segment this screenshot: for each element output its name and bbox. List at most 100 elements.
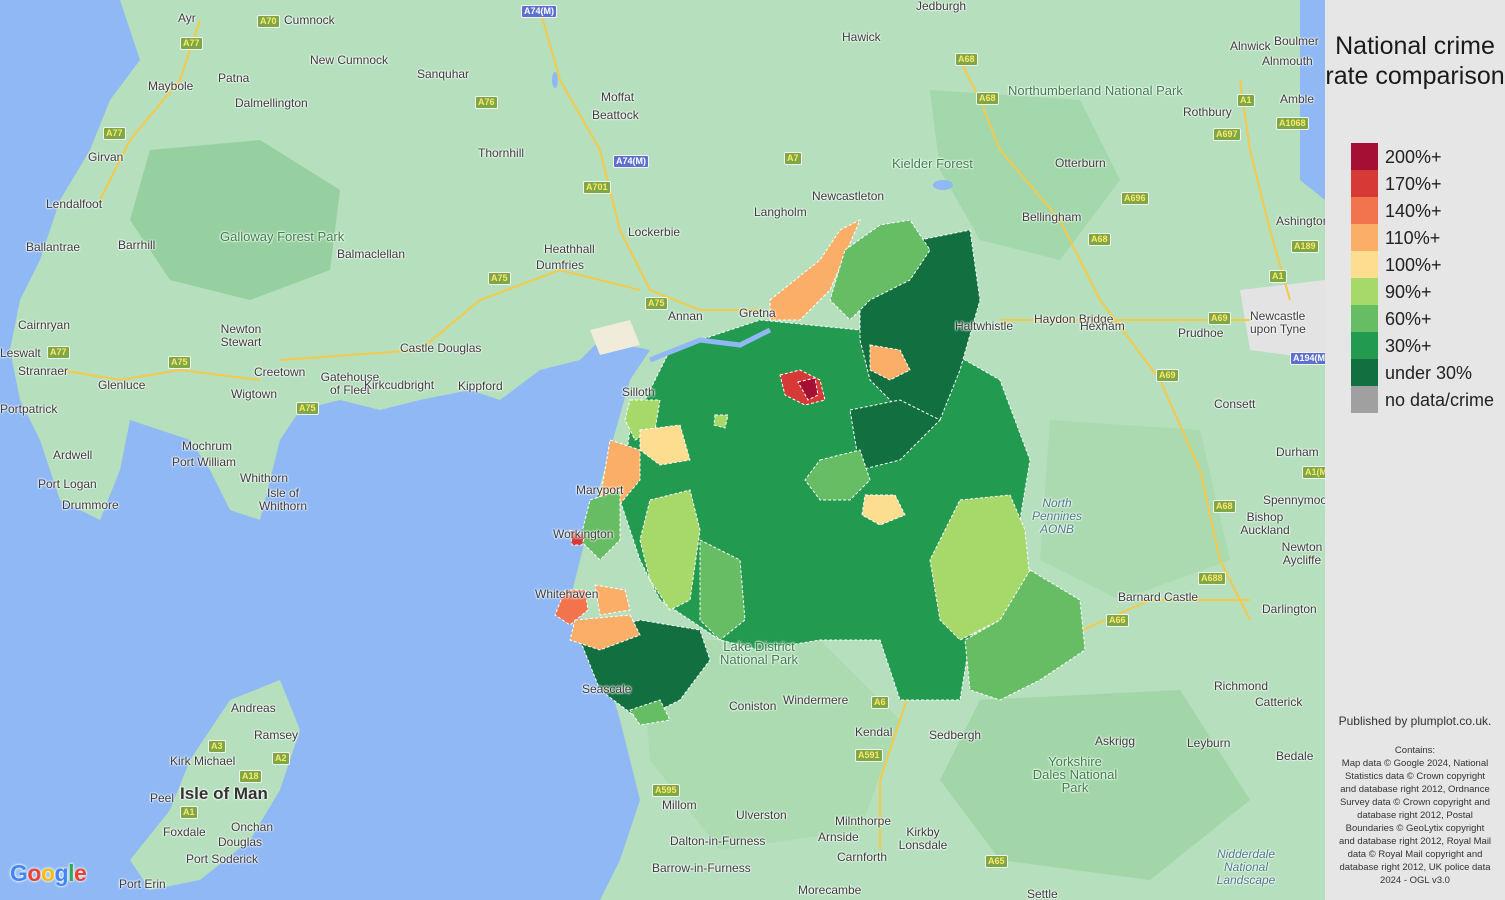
road-shield: A189: [1291, 240, 1319, 253]
road-shield: A70: [257, 15, 280, 28]
place-label: Patna: [218, 71, 250, 85]
place-label: Dalmellington: [235, 96, 308, 110]
road-shield: A74(M): [521, 5, 558, 18]
place-label: Hexham: [1080, 319, 1125, 333]
road-shield: A68: [1088, 233, 1111, 246]
place-label: Mochrum: [182, 439, 233, 453]
road-shield: A194(M): [1290, 352, 1325, 365]
place-label: Kirkcudbright: [364, 378, 435, 392]
place-label: Ayr: [178, 11, 196, 25]
place-label: Ulverston: [736, 808, 787, 822]
place-label: Newton Aycliffe: [1281, 540, 1323, 567]
place-label: Lockerbie: [628, 225, 681, 239]
map[interactable]: Ayr Cumnock Jedburgh Hawick Alnwick Boul…: [0, 0, 1325, 900]
place-label: Barrhill: [118, 238, 156, 252]
place-label: Ballantrae: [26, 240, 81, 254]
place-label: Prudhoe: [1178, 326, 1224, 340]
place-label: Kippford: [458, 379, 503, 393]
legend-swatch: [1351, 224, 1378, 251]
place-label: Newcastle upon Tyne: [1250, 309, 1306, 336]
place-label: Bishop Auckland: [1240, 510, 1290, 537]
place-label: Ashington: [1276, 214, 1325, 228]
place-label: Northumberland National Park: [1008, 83, 1183, 98]
road-shield: A75: [645, 297, 668, 310]
place-label: Portpatrick: [0, 402, 58, 416]
place-label: Silloth: [622, 385, 655, 399]
road-shield: A76: [475, 96, 498, 109]
place-label: Onchan: [231, 820, 274, 834]
place-label: Lendalfoot: [46, 197, 103, 211]
place-label: Leyburn: [1187, 736, 1231, 750]
place-label: Maybole: [148, 79, 194, 93]
road-shield: A77: [103, 127, 126, 140]
place-label: Gretna: [739, 306, 776, 320]
place-label: Haydon Bridge: [1034, 312, 1114, 326]
road-shield: A75: [168, 356, 191, 369]
road-shield: A1068: [1276, 117, 1309, 130]
place-label: Wigtown: [231, 387, 278, 401]
place-label: Dumfries: [536, 258, 585, 272]
place-label: Durham: [1276, 445, 1319, 459]
place-label: Windermere: [783, 693, 849, 707]
place-label: Richmond: [1214, 679, 1269, 693]
legend-swatch: [1351, 251, 1378, 278]
place-label: Whitehaven: [535, 587, 599, 601]
place-label: New Cumnock: [310, 53, 389, 67]
place-label: Otterburn: [1055, 156, 1106, 170]
road-shield: A1: [1269, 270, 1287, 283]
place-label: Millom: [662, 798, 697, 812]
place-label: Newton Stewart: [220, 322, 262, 349]
place-label: Foxdale: [163, 825, 206, 839]
place-label: Spennymoor: [1263, 493, 1325, 507]
legend-label: no data/crime: [1385, 390, 1495, 410]
legend-swatch: [1351, 278, 1378, 305]
road-shield: A7: [784, 152, 802, 165]
place-label: Isle of Man: [180, 784, 268, 803]
place-label: Isle of Whithorn: [258, 486, 308, 513]
place-label: Haltwhistle: [955, 319, 1014, 333]
place-label: Lake District National Park: [719, 639, 799, 667]
road-shield: A3: [208, 740, 226, 753]
road-shield: A701: [583, 181, 611, 194]
attribution: Contains: Map data © Google 2024, Nation…: [1337, 744, 1493, 887]
place-label: Moffat: [601, 90, 635, 104]
place-label: Heathhall: [544, 242, 595, 256]
place-label: Yorkshire Dales National Park: [1032, 754, 1118, 795]
legend-label: 110%+: [1385, 228, 1441, 248]
place-label: North Pennines AONB: [1031, 496, 1083, 536]
road-shield: A75: [488, 272, 511, 285]
place-label: Glenluce: [98, 378, 146, 392]
published-credit: Published by plumplot.co.uk.: [1338, 714, 1492, 728]
legend-label: 60%+: [1385, 309, 1432, 329]
place-label: Kielder Forest: [892, 156, 973, 171]
place-label: Sanquhar: [417, 67, 470, 81]
place-label: Boulmer: [1274, 34, 1319, 48]
place-label: Girvan: [88, 150, 124, 164]
place-label: Port Soderick: [186, 852, 259, 866]
place-label: Seascale: [582, 682, 632, 696]
road-shield: A1: [180, 806, 198, 819]
place-label: Ramsey: [254, 728, 299, 742]
place-label: Annan: [668, 309, 703, 323]
road-shield: A18: [239, 770, 262, 783]
road-shield: A77: [47, 346, 70, 359]
place-label: Whithorn: [240, 471, 289, 485]
place-label: Newcastleton: [812, 189, 885, 203]
place-label: Bedale: [1276, 749, 1314, 763]
road-shield: A68: [1213, 500, 1236, 513]
place-label: Amble: [1280, 92, 1315, 106]
place-label: Kendal: [855, 725, 893, 739]
road-shield: A6: [871, 696, 889, 709]
place-label: Creetown: [254, 365, 306, 379]
road-shield: A2: [272, 752, 290, 765]
place-label: Milnthorpe: [835, 814, 892, 828]
place-label: Arnside: [818, 830, 859, 844]
place-label: Drummore: [62, 498, 119, 512]
place-label: Nidderdale National Landscape: [1216, 847, 1276, 887]
place-label: Beattock: [592, 108, 639, 122]
place-label: Cumnock: [284, 13, 335, 27]
place-label: Bellingham: [1022, 210, 1082, 224]
place-label: Sedbergh: [929, 728, 982, 742]
place-label: Coniston: [729, 699, 777, 713]
place-label: Peel: [150, 791, 175, 805]
